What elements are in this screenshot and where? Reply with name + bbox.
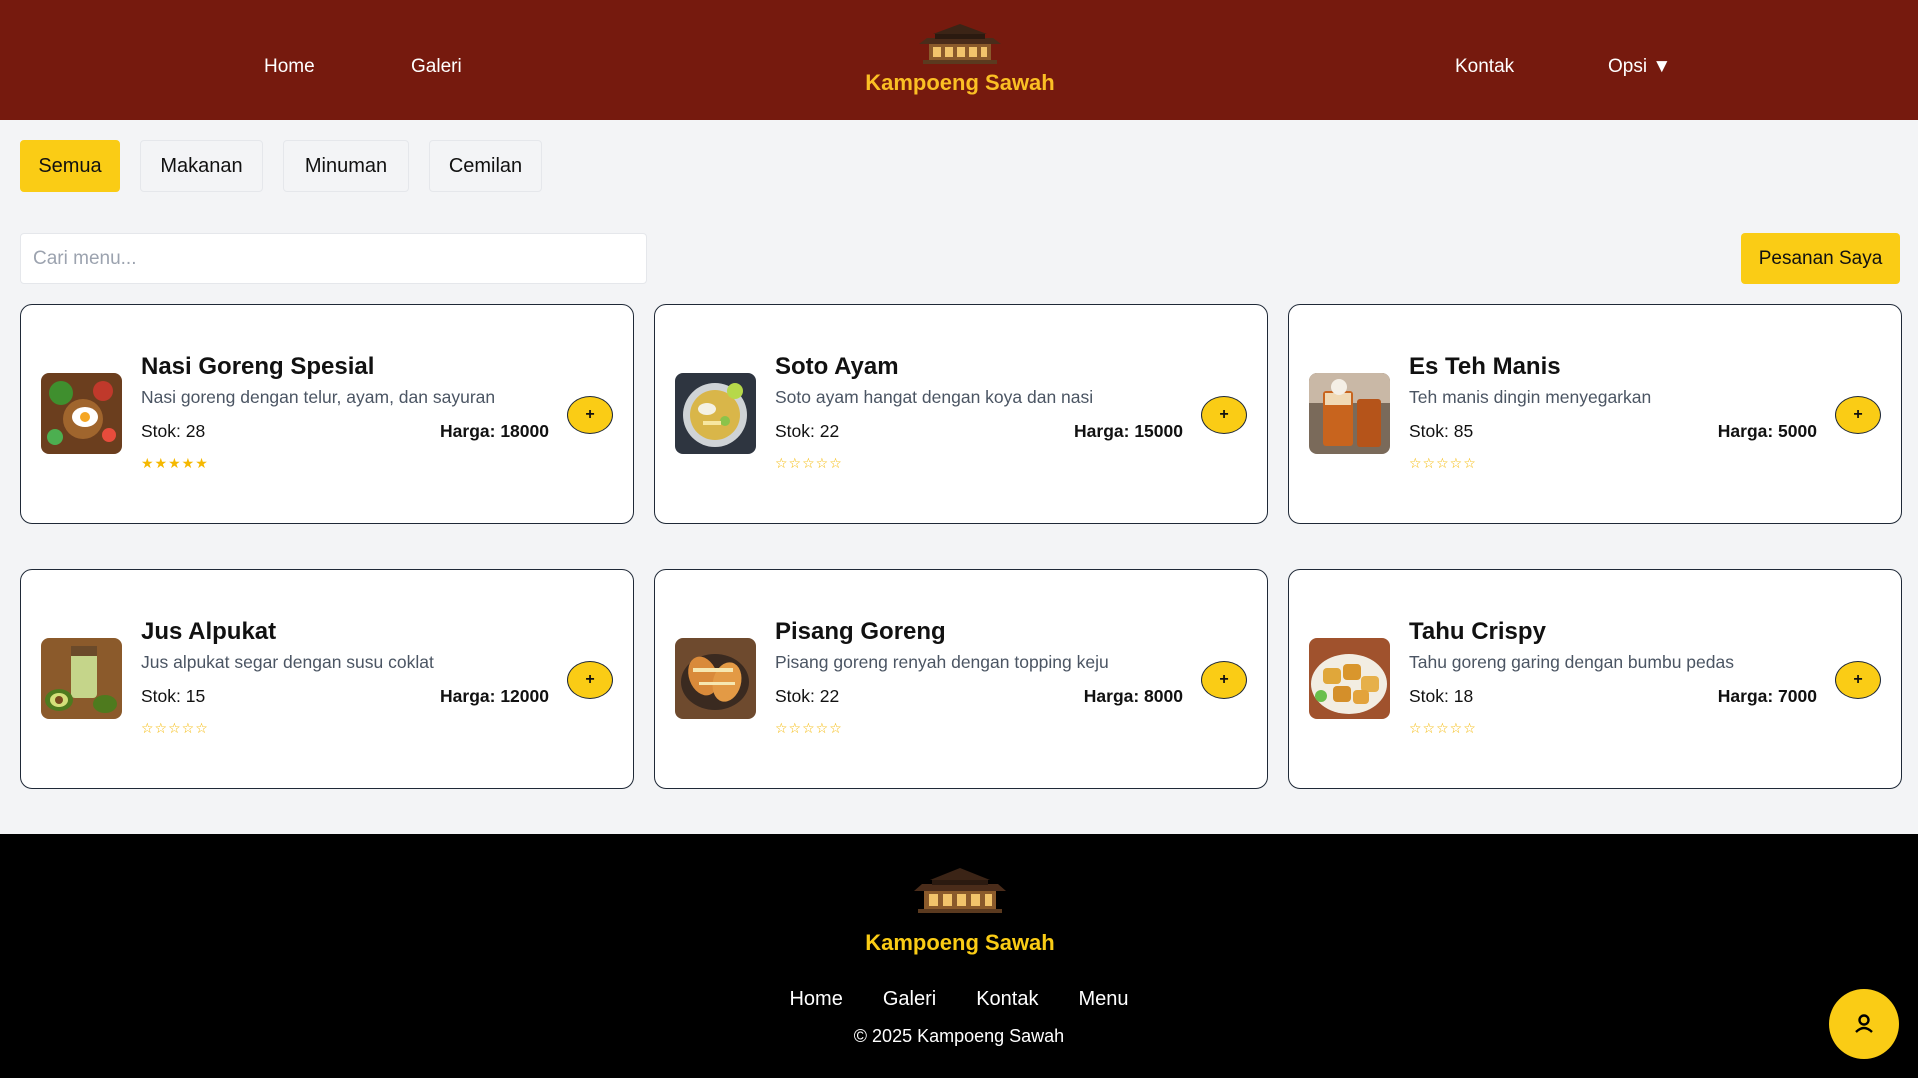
menu-name: Pisang Goreng: [775, 618, 946, 645]
menu-name: Es Teh Manis: [1409, 353, 1561, 380]
footer-link-galeri[interactable]: Galeri: [883, 988, 936, 1011]
menu-stock: Stok: 18: [1409, 686, 1474, 706]
nav-opsi-dropdown[interactable]: Opsi ▼: [1608, 56, 1671, 78]
menu-description: Teh manis dingin menyegarkan: [1409, 387, 1652, 407]
brand-name: Kampoeng Sawah: [865, 70, 1055, 95]
footer-link-kontak[interactable]: Kontak: [976, 988, 1038, 1011]
house-logo-icon: [919, 24, 1001, 64]
soup-photo: [675, 373, 756, 454]
menu-description: Jus alpukat segar dengan susu coklat: [141, 652, 434, 672]
menu-price: Harga: 15000: [1074, 421, 1183, 441]
star-rating[interactable]: ☆☆☆☆☆: [775, 455, 843, 472]
brand-logo[interactable]: Kampoeng Sawah: [860, 22, 1060, 96]
menu-name: Jus Alpukat: [141, 618, 277, 645]
footer-brand: Kampoeng Sawah: [860, 866, 1060, 956]
menu-description: Pisang goreng renyah dengan topping keju: [775, 652, 1109, 672]
iced-tea-photo: [1309, 373, 1390, 454]
menu-name: Tahu Crispy: [1409, 618, 1546, 645]
menu-stock: Stok: 15: [141, 686, 206, 706]
nav-kontak[interactable]: Kontak: [1455, 56, 1514, 78]
menu-price: Harga: 12000: [440, 686, 549, 706]
filter-semua[interactable]: Semua: [20, 140, 120, 192]
menu-price: Harga: 7000: [1717, 686, 1817, 706]
menu-card: Tahu Crispy Tahu goreng garing dengan bu…: [1288, 569, 1902, 789]
nav-home[interactable]: Home: [264, 56, 315, 78]
footer-brand-name: Kampoeng Sawah: [865, 930, 1055, 955]
site-footer: Kampoeng Sawah Home Galeri Kontak Menu ©…: [0, 834, 1918, 1078]
site-header: Home Galeri Kampoeng Sawah Kontak Opsi ▼: [0, 0, 1918, 120]
add-to-cart-button[interactable]: +: [1201, 661, 1247, 699]
star-rating[interactable]: ☆☆☆☆☆: [775, 720, 843, 737]
add-to-cart-button[interactable]: +: [1835, 661, 1881, 699]
menu-price: Harga: 5000: [1717, 421, 1817, 441]
menu-card: Pisang Goreng Pisang goreng renyah denga…: [654, 569, 1268, 789]
add-to-cart-button[interactable]: +: [567, 661, 613, 699]
filter-cemilan[interactable]: Cemilan: [429, 140, 542, 192]
footer-link-home[interactable]: Home: [789, 988, 842, 1011]
footer-link-menu[interactable]: Menu: [1078, 988, 1128, 1011]
add-to-cart-button[interactable]: +: [1201, 396, 1247, 434]
menu-stock: Stok: 85: [1409, 421, 1474, 441]
nav-galeri[interactable]: Galeri: [411, 56, 462, 78]
account-fab-button[interactable]: [1829, 989, 1899, 1059]
search-input[interactable]: [20, 233, 647, 284]
house-logo-icon: [914, 868, 1006, 913]
add-to-cart-button[interactable]: +: [1835, 396, 1881, 434]
menu-card: Es Teh Manis Teh manis dingin menyegarka…: [1288, 304, 1902, 524]
fried-rice-photo: [41, 373, 122, 454]
menu-name: Nasi Goreng Spesial: [141, 353, 375, 380]
fried-banana-photo: [675, 638, 756, 719]
copyright: © 2025 Kampoeng Sawah: [853, 1026, 1065, 1046]
menu-card: Jus Alpukat Jus alpukat segar dengan sus…: [20, 569, 634, 789]
menu-price: Harga: 18000: [440, 421, 549, 441]
menu-stock: Stok: 28: [141, 421, 206, 441]
add-to-cart-button[interactable]: +: [567, 396, 613, 434]
my-orders-button[interactable]: Pesanan Saya: [1741, 233, 1900, 284]
user-icon: [1855, 1014, 1873, 1033]
star-rating[interactable]: ☆☆☆☆☆: [1409, 720, 1477, 737]
menu-price: Harga: 8000: [1083, 686, 1183, 706]
star-rating[interactable]: ☆☆☆☆☆: [1409, 455, 1477, 472]
menu-description: Nasi goreng dengan telur, ayam, dan sayu…: [141, 387, 496, 407]
avocado-juice-photo: [41, 638, 122, 719]
star-rating[interactable]: ☆☆☆☆☆: [141, 720, 209, 737]
crispy-tofu-photo: [1309, 638, 1390, 719]
star-rating[interactable]: ★★★★★: [141, 455, 209, 472]
filter-minuman[interactable]: Minuman: [283, 140, 409, 192]
footer-nav: Home Galeri Kontak Menu: [0, 988, 1918, 1011]
menu-card: Nasi Goreng Spesial Nasi goreng dengan t…: [20, 304, 634, 524]
menu-description: Tahu goreng garing dengan bumbu pedas: [1409, 652, 1734, 672]
menu-name: Soto Ayam: [775, 353, 899, 380]
filter-makanan[interactable]: Makanan: [140, 140, 263, 192]
menu-description: Soto ayam hangat dengan koya dan nasi: [775, 387, 1094, 407]
menu-card: Soto Ayam Soto ayam hangat dengan koya d…: [654, 304, 1268, 524]
menu-stock: Stok: 22: [775, 686, 840, 706]
menu-stock: Stok: 22: [775, 421, 840, 441]
